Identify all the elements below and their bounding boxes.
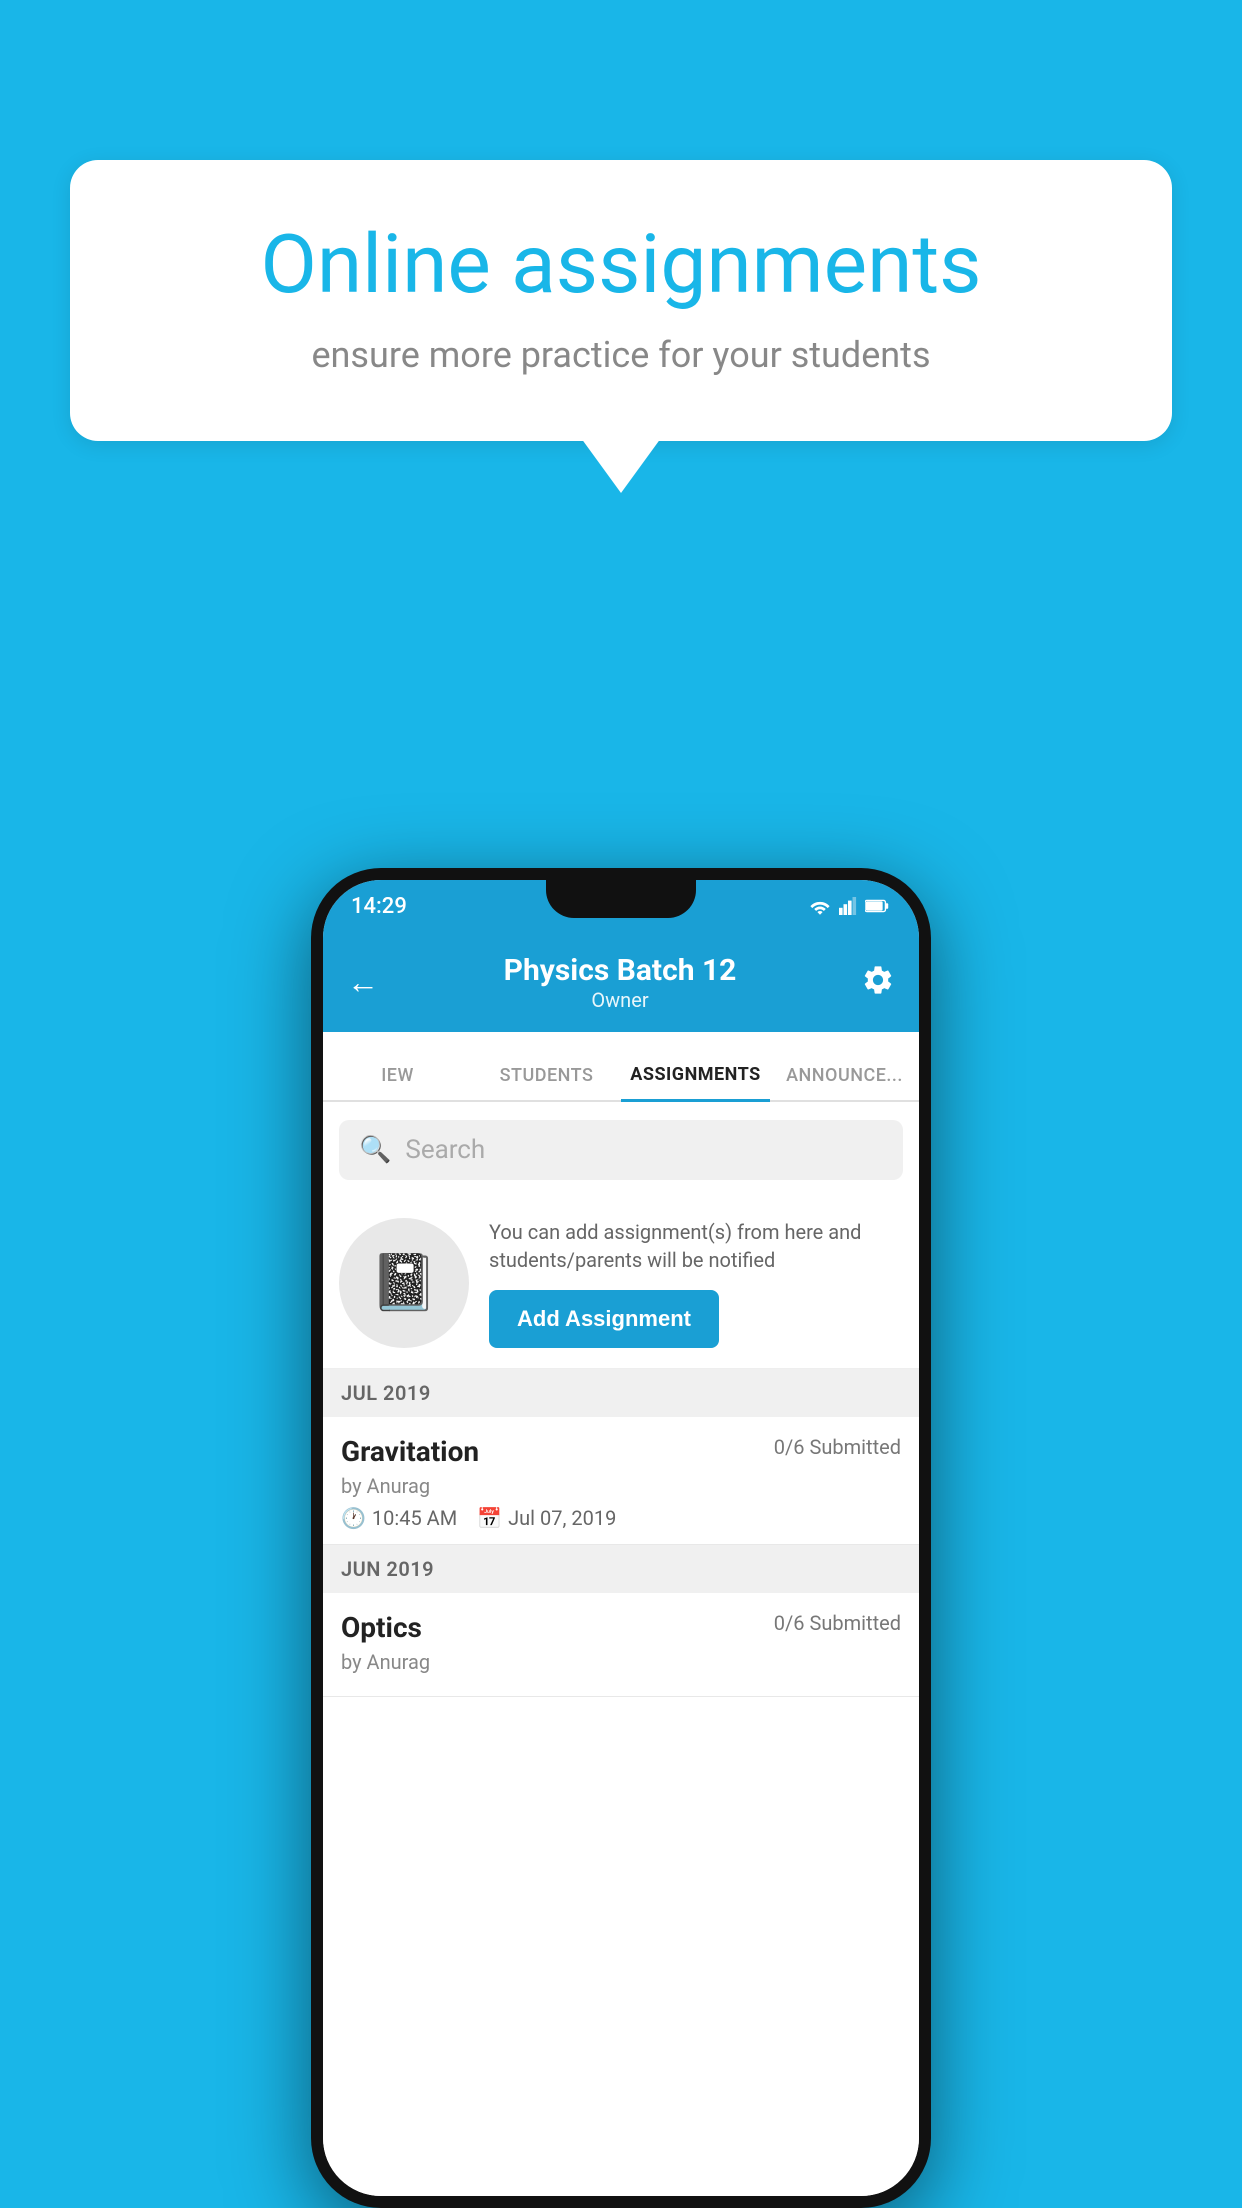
bubble-subtitle: ensure more practice for your students [140,334,1102,376]
section-header-jun: JUN 2019 [323,1545,919,1593]
assignment-name: Gravitation [341,1435,479,1468]
assignment-meta: 🕐 10:45 AM 📅 Jul 07, 2019 [341,1506,901,1530]
meta-time: 🕐 10:45 AM [341,1506,457,1530]
app-header: ← Physics Batch 12 Owner [323,932,919,1032]
notebook-icon: 📓 [370,1251,438,1315]
search-placeholder: Search [405,1135,485,1165]
search-bar[interactable]: 🔍 Search [339,1120,903,1180]
search-icon: 🔍 [359,1135,391,1165]
tab-bar: IEW STUDENTS ASSIGNMENTS ANNOUNCE... [323,1032,919,1102]
add-assignment-button[interactable]: Add Assignment [489,1290,719,1348]
assignment-time: 10:45 AM [372,1506,457,1530]
tab-assignments[interactable]: ASSIGNMENTS [621,1064,770,1102]
back-button[interactable]: ← [347,963,379,1001]
assignment-submitted-optics: 0/6 Submitted [774,1611,901,1635]
gear-icon [861,963,895,997]
signal-icon [839,897,857,915]
settings-button[interactable] [861,963,895,1001]
promo-description: You can add assignment(s) from here and … [489,1218,903,1274]
assignment-name-optics: Optics [341,1611,422,1644]
promo-section: 📓 You can add assignment(s) from here an… [323,1198,919,1369]
tab-students[interactable]: STUDENTS [472,1065,621,1100]
header-title-block: Physics Batch 12 Owner [504,953,737,1012]
clock-icon: 🕐 [341,1506,366,1530]
wifi-icon [809,897,831,915]
assignment-row1: Gravitation 0/6 Submitted [341,1435,901,1468]
promo-text-block: You can add assignment(s) from here and … [489,1218,903,1348]
phone-notch [546,880,696,918]
meta-date: 📅 Jul 07, 2019 [477,1506,616,1530]
calendar-icon: 📅 [477,1506,502,1530]
phone-frame: 14:29 [311,868,931,2208]
battery-icon [865,898,891,914]
assignment-date: Jul 07, 2019 [508,1506,616,1530]
assignment-by-optics: by Anurag [341,1650,901,1674]
phone-screen: 14:29 [323,880,919,2196]
content-area: 🔍 Search 📓 You can add assignment(s) fro… [323,1102,919,2196]
tab-iew[interactable]: IEW [323,1065,472,1100]
header-subtitle: Owner [504,988,737,1012]
status-time: 14:29 [351,894,407,919]
status-icons [809,897,891,915]
promo-icon-circle: 📓 [339,1218,469,1348]
section-header-jul: JUL 2019 [323,1369,919,1417]
tab-announcements[interactable]: ANNOUNCE... [770,1065,919,1100]
speech-bubble-section: Online assignments ensure more practice … [70,160,1172,441]
assignment-item-optics[interactable]: Optics 0/6 Submitted by Anurag [323,1593,919,1697]
assignment-by: by Anurag [341,1474,901,1498]
assignment-submitted: 0/6 Submitted [774,1435,901,1459]
assignment-item-gravitation[interactable]: Gravitation 0/6 Submitted by Anurag 🕐 10… [323,1417,919,1545]
speech-bubble: Online assignments ensure more practice … [70,160,1172,441]
bubble-title: Online assignments [140,220,1102,310]
assignment-row1-optics: Optics 0/6 Submitted [341,1611,901,1644]
header-title: Physics Batch 12 [504,953,737,988]
